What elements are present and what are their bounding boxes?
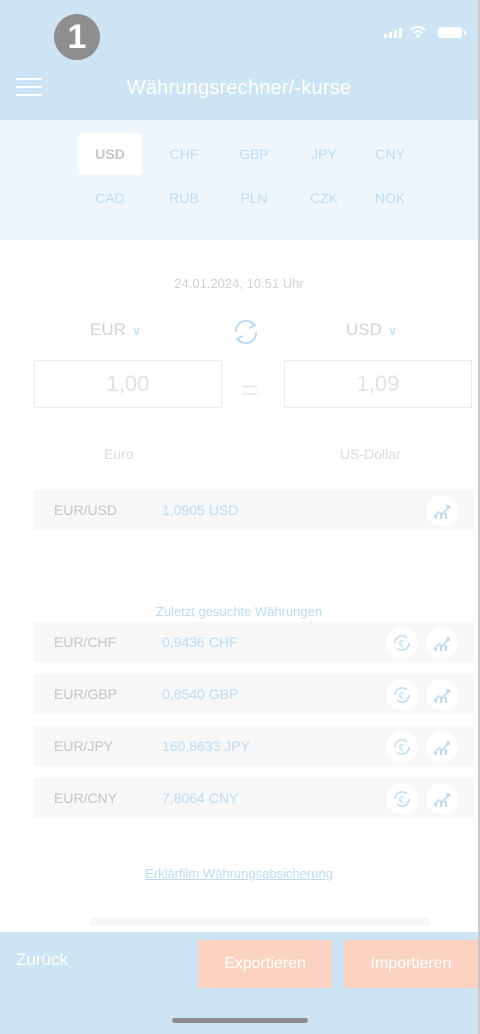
chart-button[interactable] (426, 679, 458, 711)
chart-button[interactable] (426, 731, 458, 763)
home-indicator (172, 1018, 308, 1023)
from-amount-field[interactable]: 1,00 (34, 360, 222, 408)
recent-rate-row: EUR/CNY 7,8064 CNY € (34, 778, 474, 818)
from-currency-select[interactable]: EUR ∨ (90, 320, 141, 340)
recent-rate-row: EUR/JPY 160,8633 JPY € (34, 726, 474, 766)
tab-nok[interactable]: NOK (358, 177, 422, 219)
chart-icon (433, 637, 450, 651)
hedge-button[interactable]: € (386, 731, 418, 763)
to-currency-name: US-Dollar (340, 446, 401, 462)
truncated-footer-text (90, 918, 430, 926)
chevron-down-icon: ∨ (387, 323, 398, 338)
to-currency-label: USD (346, 320, 382, 339)
swap-currencies-icon[interactable] (224, 312, 268, 352)
hedge-button[interactable]: € (386, 783, 418, 815)
rate-pair: EUR/CNY (54, 790, 118, 806)
tab-usd[interactable]: USD (78, 133, 142, 175)
euro-exchange-icon: € (394, 687, 410, 703)
explainer-video-link[interactable]: Erklärfilm Währungsabsicherung (0, 866, 478, 881)
svg-text:€: € (399, 743, 405, 754)
rate-value: 7,8064 CNY (162, 790, 239, 806)
from-currency-label: EUR (90, 320, 126, 339)
chart-icon (433, 505, 450, 519)
chart-icon (433, 793, 450, 807)
hedge-button[interactable]: € (386, 679, 418, 711)
back-button[interactable]: Zurück (16, 950, 68, 970)
main-rate-row: EUR/USD 1,0905 USD (34, 490, 474, 530)
tab-cad[interactable]: CAD (78, 177, 142, 219)
hedge-button[interactable]: € (386, 627, 418, 659)
to-amount-field[interactable]: 1,09 (284, 360, 472, 408)
svg-text:€: € (399, 639, 405, 650)
rate-value: 0,8540 GBP (162, 686, 239, 702)
rate-pair: EUR/CHF (54, 634, 117, 650)
euro-exchange-icon: € (394, 791, 410, 807)
tab-jpy[interactable]: JPY (292, 133, 356, 175)
tab-chf[interactable]: CHF (152, 133, 216, 175)
signal-icon (384, 28, 402, 38)
chart-button[interactable] (426, 783, 458, 815)
recent-currencies-heading: Zuletzt gesuchte Währungen (155, 604, 323, 619)
from-currency-name: Euro (104, 446, 134, 462)
rate-value: 160,8633 JPY (162, 738, 250, 754)
export-button[interactable]: Exportieren (198, 940, 332, 988)
currency-tab-panel: USD CHF GBP JPY CNY CAD RUB PLN CZK NOK (0, 120, 478, 240)
euro-exchange-icon: € (394, 739, 410, 755)
tab-rub[interactable]: RUB (152, 177, 216, 219)
rate-value: 1,0905 USD (162, 502, 239, 518)
tab-czk[interactable]: CZK (292, 177, 356, 219)
rate-value: 0,9436 CHF (162, 634, 238, 650)
wifi-icon (410, 26, 426, 38)
chart-icon (433, 741, 450, 755)
euro-exchange-icon: € (394, 635, 410, 651)
chart-button[interactable] (426, 627, 458, 659)
app-screen: 5 1 Währungsrechner/-kurse USD CHF GBP J… (0, 0, 478, 1034)
tab-pln[interactable]: PLN (222, 177, 286, 219)
svg-text:€: € (399, 795, 405, 806)
battery-icon (438, 27, 466, 38)
equals-sign: = (241, 374, 259, 407)
chevron-down-icon: ∨ (131, 323, 142, 338)
rate-pair: EUR/JPY (54, 738, 114, 754)
step-number-badge: 1 (54, 14, 100, 60)
svg-text:€: € (399, 691, 405, 702)
chart-icon (433, 689, 450, 703)
rate-timestamp: 24.01.2024, 10:51 Uhr (174, 276, 304, 291)
recent-rate-row: EUR/CHF 0,9436 CHF € (34, 622, 474, 662)
to-currency-select[interactable]: USD ∨ (346, 320, 397, 340)
rate-pair: EUR/GBP (54, 686, 118, 702)
page-title: Währungsrechner/-kurse (126, 77, 352, 99)
import-button[interactable]: Importieren (344, 940, 478, 988)
tab-cny[interactable]: CNY (358, 133, 422, 175)
rate-pair: EUR/USD (54, 502, 118, 518)
tab-gbp[interactable]: GBP (222, 133, 286, 175)
app-header: 5 1 Währungsrechner/-kurse (0, 0, 478, 120)
recent-rate-row: EUR/GBP 0,8540 GBP € (34, 674, 474, 714)
chart-button[interactable] (426, 495, 458, 527)
